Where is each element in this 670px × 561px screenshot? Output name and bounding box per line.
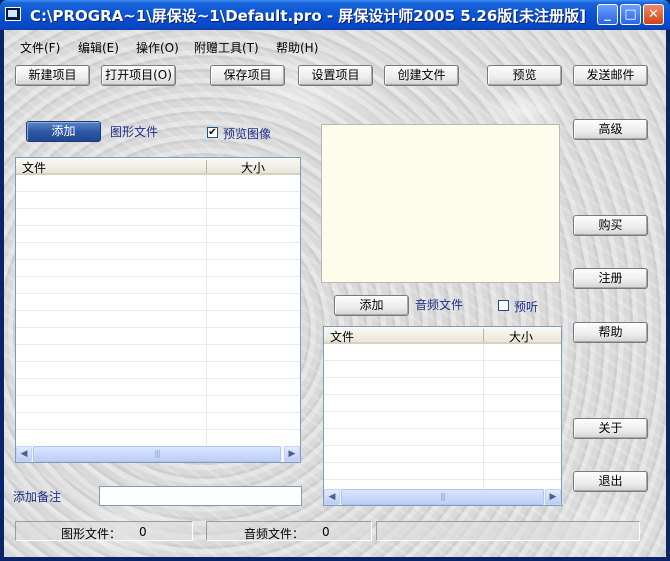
status-message [376,521,640,541]
audio-col-size[interactable]: 大小 [509,328,533,345]
preview-image-checkbox[interactable]: ✔ [207,127,218,138]
menu-help[interactable]: 帮助(H) [276,39,318,56]
image-file-list[interactable]: 文件 大小 ◀ ▶ [15,157,301,463]
image-files-label: 图形文件 [110,125,159,139]
window-title: C:\PROGRA~1\屏保设~1\Default.pro - 屏保设计师200… [30,7,586,25]
save-project-button[interactable]: 保存项目 [210,65,285,86]
audio-scroll-right-icon[interactable]: ▶ [545,489,561,505]
status-image-label: 图形文件： [61,527,122,541]
notes-input[interactable] [99,486,302,506]
audio-scroll-left-icon[interactable]: ◀ [324,489,340,505]
image-list-rows [16,175,300,447]
about-button[interactable]: 关于 [573,418,648,439]
audio-col-file[interactable]: 文件 [330,328,354,345]
new-project-button[interactable]: 新建项目 [15,65,90,86]
menu-file[interactable]: 文件(F) [20,39,60,56]
register-button[interactable]: 注册 [573,268,648,289]
image-preview-area [321,124,560,283]
scroll-right-icon[interactable]: ▶ [284,446,300,462]
add-image-button[interactable]: 添加 [26,121,101,142]
help-button[interactable]: 帮助 [573,322,648,343]
add-audio-button[interactable]: 添加 [334,295,409,316]
audio-list-rows [324,344,561,480]
minimize-button[interactable]: _ [597,4,618,25]
audio-list-scrollbar[interactable]: ◀ ▶ [324,489,561,505]
status-audio-count: 音频文件： 0 [206,521,372,541]
close-button[interactable]: ✕ [643,4,664,25]
title-bar[interactable]: C:\PROGRA~1\屏保设~1\Default.pro - 屏保设计师200… [0,0,670,30]
advanced-button[interactable]: 高级 [573,119,648,140]
main-panel: 文件(F) 编辑(E) 操作(O) 附赠工具(T) 帮助(H) 新建项目 打开项… [4,30,666,557]
menu-operate[interactable]: 操作(O) [136,39,179,56]
audio-list-header: 文件 大小 [324,327,561,344]
status-image-value: 0 [139,525,147,539]
image-list-scrollbar[interactable]: ◀ ▶ [16,446,300,462]
menu-tools[interactable]: 附赠工具(T) [194,39,259,56]
exit-button[interactable]: 退出 [573,471,648,492]
status-audio-label: 音频文件： [244,527,305,541]
listen-label: 预听 [514,300,539,314]
image-col-file[interactable]: 文件 [22,159,46,176]
listen-checkbox[interactable] [498,300,509,311]
send-email-button[interactable]: 发送邮件 [573,65,648,86]
menu-edit[interactable]: 编辑(E) [78,39,119,56]
status-image-count: 图形文件： 0 [15,521,193,541]
preview-button[interactable]: 预览 [487,65,562,86]
image-list-header: 文件 大小 [16,158,300,175]
scroll-thumb[interactable] [33,446,281,462]
create-file-button[interactable]: 创建文件 [384,65,459,86]
preview-image-label: 预览图像 [223,127,272,141]
buy-button[interactable]: 购买 [573,215,648,236]
open-project-button[interactable]: 打开项目(O) [101,65,176,86]
notes-label: 添加备注 [13,490,62,504]
scroll-left-icon[interactable]: ◀ [16,446,32,462]
maximize-button[interactable]: □ [620,4,641,25]
project-settings-button[interactable]: 设置项目 [298,65,373,86]
audio-files-label: 音频文件 [415,298,464,312]
image-col-size[interactable]: 大小 [241,159,265,176]
audio-file-list[interactable]: 文件 大小 ◀ ▶ [323,326,562,506]
app-window: C:\PROGRA~1\屏保设~1\Default.pro - 屏保设计师200… [0,0,670,561]
status-audio-value: 0 [322,525,330,539]
app-icon[interactable] [5,7,21,21]
audio-scroll-thumb[interactable] [341,489,544,505]
